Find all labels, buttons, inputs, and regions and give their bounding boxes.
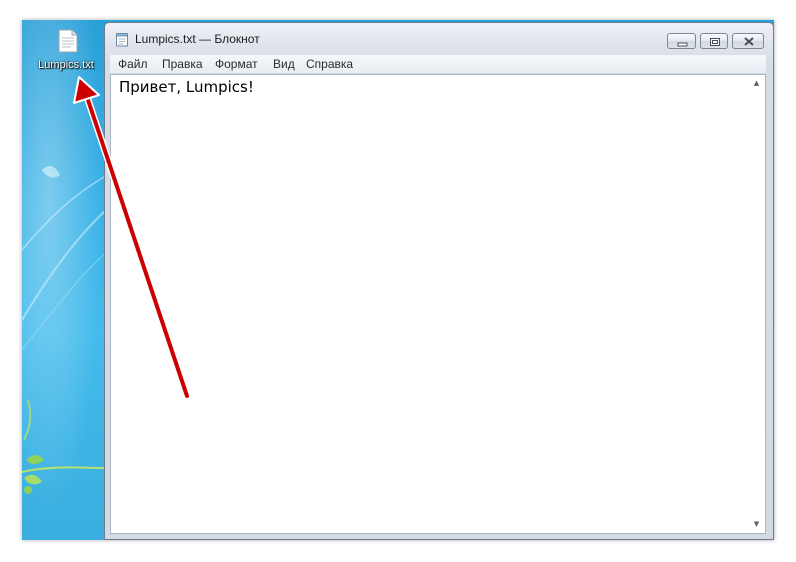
scroll-down-icon[interactable]: ▼ — [748, 516, 765, 533]
scroll-up-icon[interactable]: ▲ — [748, 75, 765, 92]
text-file-icon — [58, 29, 78, 53]
maximize-button[interactable] — [700, 33, 728, 49]
screenshot-frame: Lumpics.txt Lumpics.txt — Блокнот Файл П… — [22, 20, 774, 540]
menu-item-file[interactable]: Файл — [118, 57, 148, 71]
menu-item-format[interactable]: Формат — [215, 57, 258, 71]
title-bar[interactable]: Lumpics.txt — Блокнот — [105, 23, 773, 55]
screenshot-stage: Lumpics.txt Lumpics.txt — Блокнот Файл П… — [0, 0, 796, 562]
menu-item-view[interactable]: Вид — [273, 57, 295, 71]
menu-item-help[interactable]: Справка — [306, 57, 353, 71]
editor-content[interactable]: Привет, Lumpics! — [119, 78, 254, 96]
desktop-file-label: Lumpics.txt — [38, 59, 94, 71]
minimize-icon — [668, 34, 695, 48]
menu-item-edit[interactable]: Правка — [162, 57, 203, 71]
desktop-file-shortcut[interactable]: Lumpics.txt — [28, 26, 100, 76]
close-icon — [733, 34, 763, 48]
close-button[interactable] — [732, 33, 764, 49]
menu-bar: Файл Правка Формат Вид Справка — [110, 55, 766, 74]
notepad-app-icon[interactable] — [115, 33, 129, 47]
restore-icon — [701, 34, 727, 48]
window-title: Lumpics.txt — Блокнот — [135, 32, 260, 46]
text-editor-area[interactable]: Привет, Lumpics! ▲ ▼ — [110, 74, 766, 534]
minimize-button[interactable] — [667, 33, 696, 49]
vertical-scrollbar[interactable]: ▲ ▼ — [748, 75, 765, 533]
notepad-window: Lumpics.txt — Блокнот Файл Правка Формат… — [104, 22, 774, 540]
